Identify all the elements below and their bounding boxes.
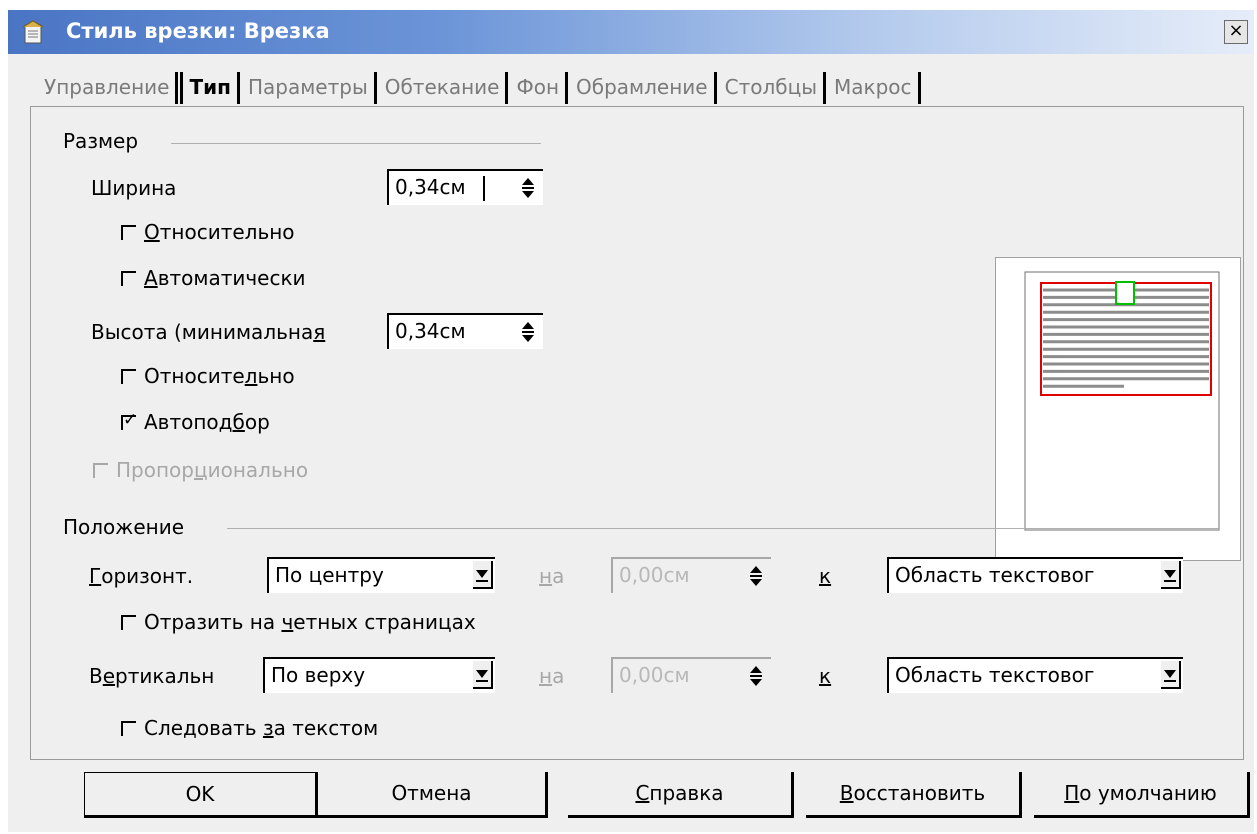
horizontal-label: Горизонт. xyxy=(89,564,194,588)
tab-0[interactable]: Управление xyxy=(38,72,179,104)
position-section-title: Положение xyxy=(63,515,184,539)
width-auto-label: Автоматически xyxy=(144,266,306,290)
checkbox-box[interactable] xyxy=(121,614,136,630)
dropdown-button[interactable] xyxy=(1161,561,1181,589)
vertical-to-select[interactable]: Область текстовог xyxy=(887,657,1183,693)
vertical-by-spinbox[interactable]: 0,00см xyxy=(611,657,771,693)
horizontal-to-value: Область текстовог xyxy=(895,563,1095,587)
width-spinbox[interactable]: 0,34см xyxy=(387,169,543,205)
height-relative-checkbox[interactable]: Относительно xyxy=(121,363,295,389)
chevron-down-icon xyxy=(476,570,488,578)
width-relative-label: Относительно xyxy=(144,220,295,244)
help-button[interactable]: Справка xyxy=(568,772,794,818)
vertical-select[interactable]: По верху xyxy=(263,657,495,693)
vertical-label: Вертикальн xyxy=(89,664,215,688)
checkmark-icon: ✓ xyxy=(123,409,138,430)
height-label: Высота (минимальная xyxy=(91,320,326,344)
height-value: 0,34см xyxy=(395,319,466,343)
autofit-label: Автоподбор xyxy=(144,410,270,434)
frame-preview xyxy=(995,257,1241,561)
follow-text-checkbox[interactable]: Следовать за текстом xyxy=(121,715,378,741)
tab-7[interactable]: Макрос xyxy=(828,72,921,104)
dropdown-bar xyxy=(476,680,488,682)
spin-arrows-icon[interactable] xyxy=(749,665,763,687)
chevron-down-icon xyxy=(1164,670,1176,678)
proportional-label: Пропорционально xyxy=(116,458,309,482)
checkbox-box[interactable] xyxy=(93,462,108,478)
tab-3[interactable]: Обтекание xyxy=(379,72,509,104)
dropdown-bar xyxy=(476,580,488,582)
tab-bar: Управление Тип Параметры Обтекание Фон Обрамл… xyxy=(38,70,923,104)
spin-arrows-icon[interactable] xyxy=(521,177,535,199)
height-relative-label: Относительно xyxy=(144,364,295,388)
horizontal-by-label: на xyxy=(539,564,565,588)
tab-2[interactable]: Параметры xyxy=(242,72,377,104)
autofit-checkbox[interactable]: ✓ Автоподбор xyxy=(121,409,270,435)
tab-4[interactable]: Фон xyxy=(510,72,569,104)
vertical-to-value: Область текстовог xyxy=(895,663,1095,687)
dropdown-button[interactable] xyxy=(1161,661,1181,689)
title-bar[interactable]: Стиль врезки: Врезка × xyxy=(8,10,1254,54)
horizontal-select[interactable]: По центру xyxy=(267,557,495,593)
checkbox-box[interactable]: ✓ xyxy=(121,409,138,430)
horizontal-by-spinbox[interactable]: 0,00см xyxy=(611,557,771,593)
size-section-title: Размер xyxy=(63,129,139,153)
text-cursor xyxy=(483,176,485,201)
width-value: 0,34см xyxy=(395,175,466,199)
dropdown-bar xyxy=(1164,680,1176,682)
checkbox-box[interactable] xyxy=(121,270,136,286)
close-icon: × xyxy=(1228,20,1244,41)
checkbox-box[interactable] xyxy=(121,720,136,736)
tab-6[interactable]: Столбцы xyxy=(719,72,826,104)
width-relative-checkbox[interactable]: Относительно xyxy=(121,219,295,245)
dropdown-button[interactable] xyxy=(473,661,493,689)
vertical-to-label: к xyxy=(819,664,832,688)
frame-style-dialog: Стиль врезки: Врезка × Управление Тип Пара… xyxy=(8,10,1254,832)
horizontal-to-label: к xyxy=(819,564,832,588)
cancel-button[interactable]: Отмена xyxy=(318,772,548,818)
ok-button[interactable]: OK xyxy=(84,772,318,818)
window-title: Стиль врезки: Врезка xyxy=(66,19,330,43)
horizontal-value: По центру xyxy=(275,563,384,587)
position-section-divider xyxy=(227,528,1219,529)
page-preview-icon xyxy=(1024,271,1220,531)
dropdown-bar xyxy=(1164,580,1176,582)
proportional-checkbox[interactable]: Пропорционально xyxy=(93,457,308,483)
reset-button[interactable]: Восстановить xyxy=(806,772,1022,818)
frame-style-icon xyxy=(22,20,44,44)
width-label: Ширина xyxy=(91,176,177,200)
size-section-divider xyxy=(171,143,541,144)
default-button[interactable]: По умолчанию xyxy=(1034,772,1250,818)
follow-text-label: Следовать за текстом xyxy=(144,716,379,740)
height-spinbox[interactable]: 0,34см xyxy=(387,313,543,349)
tab-5[interactable]: Обрамление xyxy=(570,72,717,104)
tab-panel-type: Размер Ширина 0,34см Относительно Автома… xyxy=(30,106,1244,760)
horizontal-to-select[interactable]: Область текстовог xyxy=(887,557,1183,593)
close-button[interactable]: × xyxy=(1224,20,1248,44)
mirror-even-pages-checkbox[interactable]: Отразить на четных страницах xyxy=(121,609,476,635)
mirror-even-pages-label: Отразить на четных страницах xyxy=(144,610,476,634)
chevron-down-icon xyxy=(476,670,488,678)
checkbox-box[interactable] xyxy=(121,224,136,240)
vertical-value: По верху xyxy=(271,663,366,687)
horizontal-by-value: 0,00см xyxy=(619,563,690,587)
checkbox-box[interactable] xyxy=(121,368,136,384)
width-auto-checkbox[interactable]: Автоматически xyxy=(121,265,306,291)
spin-arrows-icon[interactable] xyxy=(521,321,535,343)
dropdown-button[interactable] xyxy=(473,561,493,589)
vertical-by-value: 0,00см xyxy=(619,663,690,687)
tab-1[interactable]: Тип xyxy=(180,72,240,104)
chevron-down-icon xyxy=(1164,570,1176,578)
spin-arrows-icon[interactable] xyxy=(749,565,763,587)
vertical-by-label: на xyxy=(539,664,565,688)
